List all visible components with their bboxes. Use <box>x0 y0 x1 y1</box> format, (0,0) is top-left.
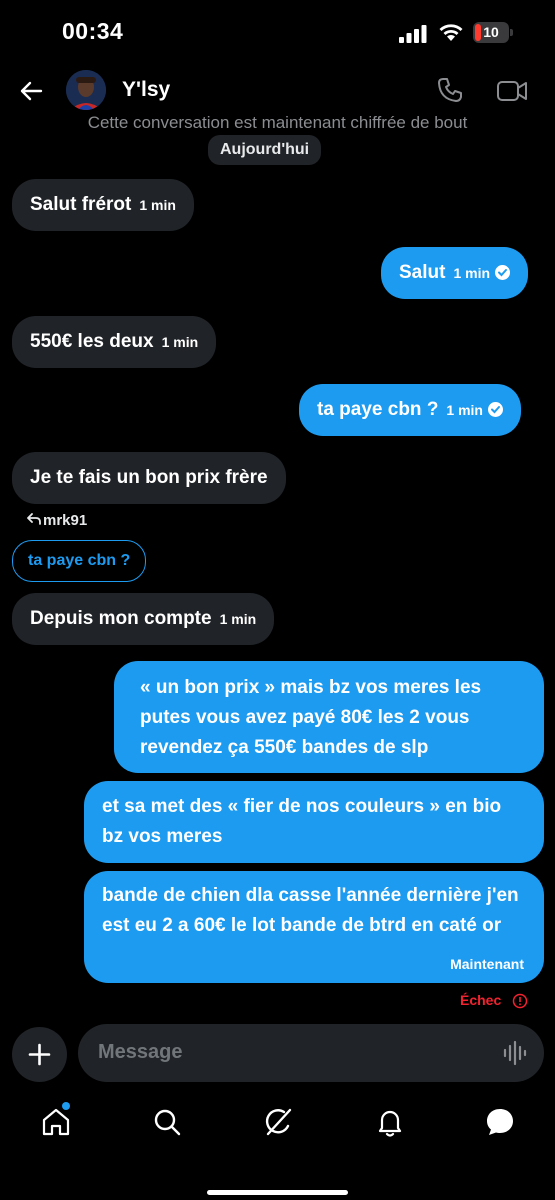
error-info-icon[interactable] <box>512 993 528 1009</box>
message-sent[interactable]: « un bon prix » mais bz vos meres les pu… <box>114 661 544 773</box>
message-text: 550€ les deux <box>30 331 154 352</box>
status-time: 00:34 <box>62 18 124 44</box>
message-time: 1 min <box>219 611 257 627</box>
nav-messages[interactable] <box>484 1106 516 1138</box>
message-text: « un bon prix » mais bz vos meres les pu… <box>140 677 482 758</box>
message-text: et sa met des « fier de nos couleurs » e… <box>102 796 502 847</box>
message-time: 1 min <box>139 197 176 213</box>
avatar-image <box>66 70 106 110</box>
message-received[interactable]: Depuis mon compte 1 min <box>12 593 275 645</box>
bottom-navigation <box>0 1100 555 1150</box>
nav-search[interactable] <box>151 1106 183 1138</box>
message-sent[interactable]: et sa met des « fier de nos couleurs » e… <box>84 781 544 863</box>
home-indicator <box>207 1190 348 1195</box>
audio-wave-icon[interactable] <box>503 1040 527 1066</box>
message-time: Maintenant <box>450 956 524 972</box>
wifi-icon <box>439 24 463 41</box>
message-text: Salut frérot <box>30 194 132 215</box>
send-failed-label[interactable]: Échec <box>460 992 501 1008</box>
message-sent[interactable]: Salut 1 min <box>381 247 529 299</box>
nav-grok[interactable] <box>262 1106 294 1138</box>
message-sent[interactable]: bande de chien dla casse l'année dernièr… <box>84 871 544 983</box>
phone-icon[interactable] <box>436 76 464 104</box>
grok-icon <box>265 1108 292 1136</box>
search-icon <box>154 1109 181 1136</box>
message-sent[interactable]: ta paye cbn ? 1 min <box>299 384 521 436</box>
quoted-message[interactable]: ta paye cbn ? <box>12 540 147 582</box>
reply-arrow-icon <box>27 513 41 525</box>
message-time: 1 min <box>161 334 199 350</box>
reply-username: mrk91 <box>43 512 88 529</box>
date-separator: Aujourd'hui <box>208 135 322 165</box>
bell-icon <box>378 1110 402 1137</box>
conversation-header: Y'lsy <box>0 66 555 116</box>
message-received[interactable]: Je te fais un bon prix frère <box>12 452 286 504</box>
message-text: Salut <box>399 262 446 283</box>
read-check-icon <box>488 402 503 417</box>
message-time: 1 min <box>446 402 483 418</box>
message-text: ta paye cbn ? <box>317 399 439 420</box>
status-bar: 00:34 10 <box>0 0 555 66</box>
add-attachment-button[interactable] <box>12 1027 67 1082</box>
nav-home[interactable] <box>40 1102 72 1138</box>
contact-name[interactable]: Y'lsy <box>122 78 170 102</box>
back-arrow-icon[interactable] <box>18 78 44 104</box>
message-input[interactable]: Message <box>78 1024 544 1082</box>
battery-indicator: 10 <box>473 22 513 43</box>
reply-context: mrk91 <box>27 512 87 529</box>
message-placeholder: Message <box>98 1041 183 1063</box>
nav-notifications[interactable] <box>374 1106 406 1138</box>
message-received[interactable]: Salut frérot 1 min <box>12 179 194 231</box>
message-text: bande de chien dla casse l'année dernièr… <box>102 885 519 936</box>
avatar[interactable] <box>66 70 106 110</box>
encryption-notice: Cette conversation est maintenant chiffr… <box>87 113 468 132</box>
cellular-signal-icon <box>399 25 427 43</box>
plus-icon <box>28 1043 51 1066</box>
home-icon <box>42 1108 70 1136</box>
message-text: Je te fais un bon prix frère <box>30 467 268 488</box>
messages-icon <box>487 1109 513 1135</box>
message-time: 1 min <box>453 265 491 281</box>
video-icon[interactable] <box>496 78 528 104</box>
battery-level: 10 <box>483 24 499 40</box>
message-received[interactable]: 550€ les deux 1 min <box>12 316 217 368</box>
notification-dot <box>62 1102 70 1110</box>
message-text: Depuis mon compte <box>30 608 212 629</box>
read-check-icon <box>495 265 511 280</box>
